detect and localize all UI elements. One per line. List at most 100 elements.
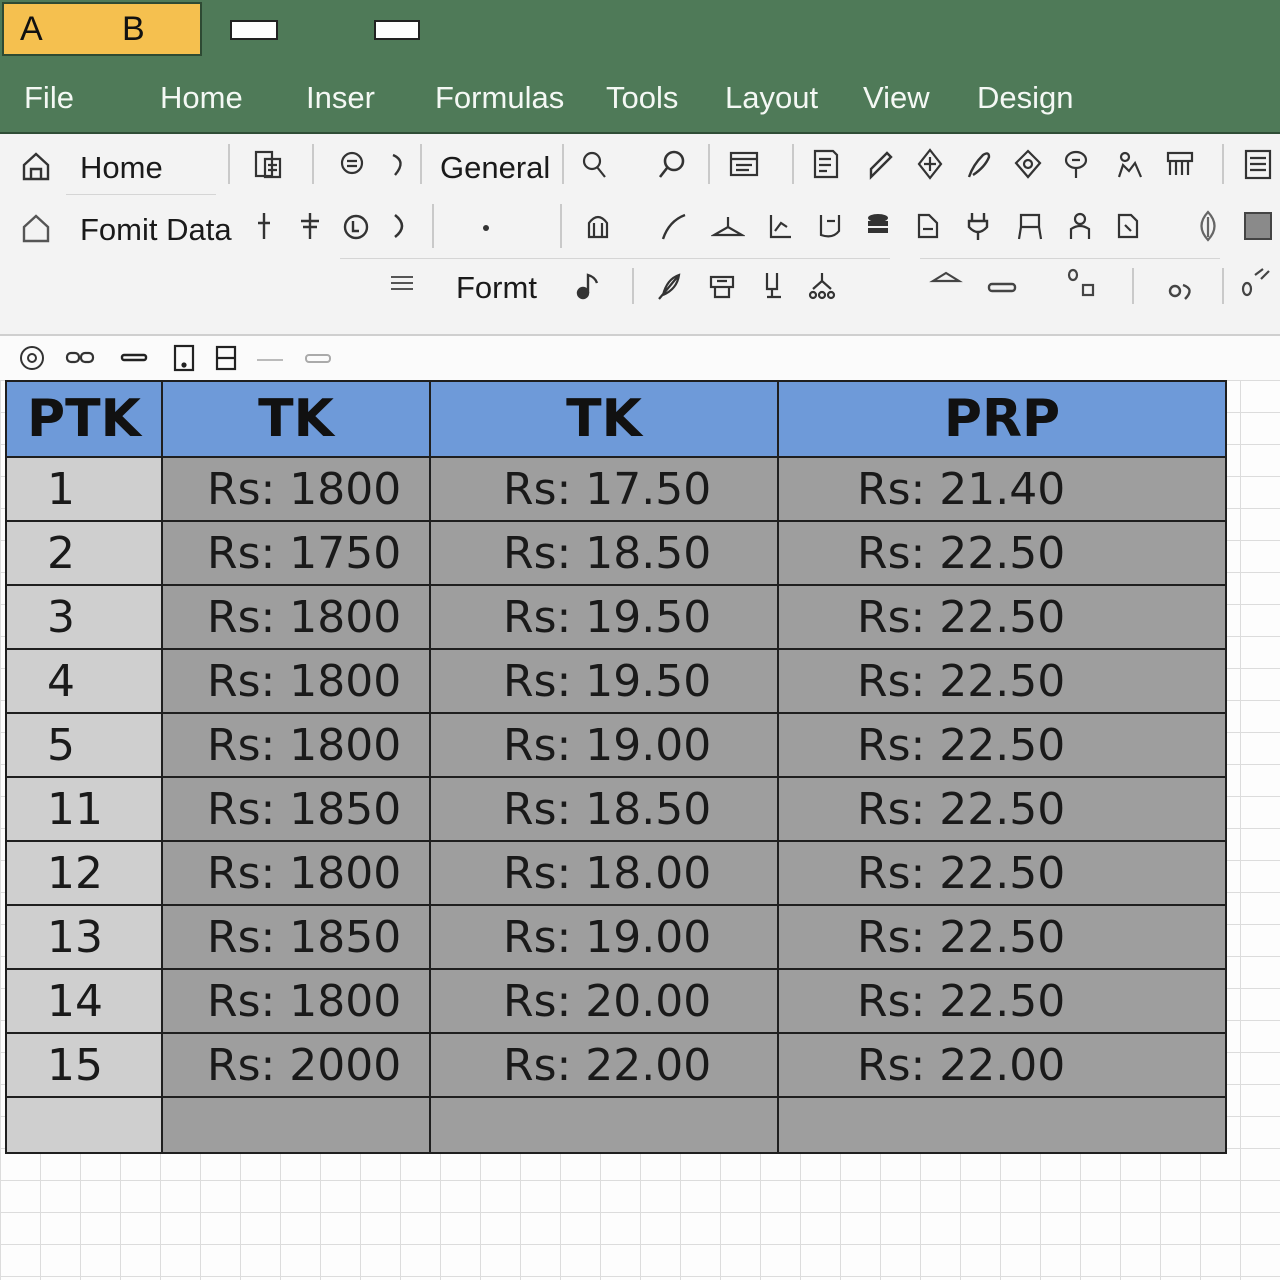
table-cell[interactable]: Rs: 1800	[161, 648, 431, 714]
table-cell[interactable]: 5	[5, 712, 163, 778]
table-cell[interactable]: Rs: 19.50	[429, 584, 779, 650]
pill-icon[interactable]	[302, 342, 334, 374]
menu-tools[interactable]: Tools	[606, 80, 678, 116]
table-cell[interactable]: Rs: 1800	[161, 968, 431, 1034]
table-cell[interactable]: Rs: 17.50	[429, 456, 779, 522]
menu-formulas[interactable]: Formulas	[435, 80, 564, 116]
menu-file[interactable]: File	[24, 80, 74, 116]
table-cell[interactable]: Rs: 18.50	[429, 776, 779, 842]
list-icon[interactable]	[1240, 146, 1276, 182]
dot-icon[interactable]	[468, 208, 504, 244]
table-cell[interactable]: Rs: 19.50	[429, 648, 779, 714]
header-tk-2[interactable]: TK	[429, 380, 779, 458]
print-icon[interactable]	[704, 268, 740, 304]
table-cell[interactable]: 3	[5, 584, 163, 650]
home-outline-icon[interactable]	[18, 210, 54, 246]
table-icon[interactable]	[726, 146, 762, 182]
table-cell[interactable]: Rs: 22.50	[777, 840, 1227, 906]
table-cell[interactable]: 1	[5, 456, 163, 522]
table-cell[interactable]: Rs: 1800	[161, 456, 431, 522]
quote-icon[interactable]	[1238, 264, 1274, 300]
table-cell[interactable]: Rs: 22.50	[777, 520, 1227, 586]
table-cell[interactable]: Rs: 20.00	[429, 968, 779, 1034]
table-cell[interactable]: Rs: 18.00	[429, 840, 779, 906]
settings-icon[interactable]	[16, 342, 48, 374]
grid-icon[interactable]	[1162, 146, 1198, 182]
triangle-icon[interactable]	[928, 260, 964, 296]
search-icon[interactable]	[654, 146, 690, 182]
format-painter-icon[interactable]	[576, 146, 612, 182]
macro-icon[interactable]	[910, 208, 946, 244]
people-icon[interactable]	[1112, 146, 1148, 182]
menu-layout[interactable]: Layout	[725, 80, 818, 116]
link-icon[interactable]	[960, 146, 996, 182]
table-cell[interactable]: Rs: 18.50	[429, 520, 779, 586]
table-cell[interactable]: 2	[5, 520, 163, 586]
table-cell[interactable]: Rs: 21.40	[777, 456, 1227, 522]
circle-small-icon[interactable]	[1062, 264, 1098, 300]
shape-icon[interactable]	[1010, 146, 1046, 182]
table-cell[interactable]: Rs: 22.00	[429, 1032, 779, 1098]
loop-icon[interactable]	[1164, 272, 1200, 308]
table-cell[interactable]: Rs: 22.50	[777, 648, 1227, 714]
header-prp[interactable]: PRP	[777, 380, 1227, 458]
table-cell[interactable]: 14	[5, 968, 163, 1034]
database-icon[interactable]	[860, 208, 896, 244]
note-icon[interactable]	[570, 268, 606, 304]
table-cell[interactable]: Rs: 1750	[161, 520, 431, 586]
hierarchy-icon[interactable]	[804, 268, 840, 304]
table-cell[interactable]: Rs: 1800	[161, 712, 431, 778]
bell-icon[interactable]	[580, 208, 616, 244]
menu-lines-icon[interactable]	[384, 266, 420, 302]
table-cell[interactable]: 4	[5, 648, 163, 714]
link-chain-icon[interactable]	[64, 342, 96, 374]
pivot-icon[interactable]	[812, 208, 848, 244]
undo-icon[interactable]	[380, 146, 416, 182]
table-cell[interactable]: Rs: 22.50	[777, 904, 1227, 970]
table-cell[interactable]: 15	[5, 1032, 163, 1098]
table-cell[interactable]: Rs: 1850	[161, 776, 431, 842]
table-cell[interactable]: 11	[5, 776, 163, 842]
home-icon[interactable]	[18, 148, 54, 184]
table-cell[interactable]: 13	[5, 904, 163, 970]
chart-icon[interactable]	[762, 208, 798, 244]
header-ptk[interactable]: PTK	[5, 380, 163, 458]
menu-view[interactable]: View	[863, 80, 930, 116]
tablet-icon[interactable]	[168, 342, 200, 374]
menu-design[interactable]: Design	[977, 80, 1074, 116]
tag-icon[interactable]	[756, 268, 792, 304]
sort-icon[interactable]	[246, 208, 282, 244]
dash-icon[interactable]	[984, 270, 1020, 306]
bracket-icon[interactable]	[382, 208, 418, 244]
document-icon[interactable]	[808, 146, 844, 182]
feather-icon[interactable]	[652, 268, 688, 304]
name-box[interactable]: A B	[2, 2, 202, 56]
empty-cell[interactable]	[161, 1096, 431, 1154]
hanger-icon[interactable]	[710, 208, 746, 244]
sheet-icon[interactable]	[1110, 208, 1146, 244]
line-icon[interactable]	[254, 342, 286, 374]
align-icon[interactable]	[912, 146, 948, 182]
refresh-icon[interactable]	[338, 208, 374, 244]
pen-icon[interactable]	[862, 146, 898, 182]
brush-icon[interactable]	[334, 146, 370, 182]
table-cell[interactable]: Rs: 22.00	[777, 1032, 1227, 1098]
table-cell[interactable]: Rs: 22.50	[777, 968, 1227, 1034]
window-button-1[interactable]	[230, 20, 278, 40]
table-cell[interactable]: Rs: 1800	[161, 584, 431, 650]
empty-cell[interactable]	[5, 1096, 163, 1154]
table-cell[interactable]: 12	[5, 840, 163, 906]
filter-icon[interactable]	[292, 208, 328, 244]
menu-insert[interactable]: Inser	[306, 80, 375, 116]
leaf-icon[interactable]	[1190, 208, 1226, 244]
window-button-2[interactable]	[374, 20, 420, 40]
table-cell[interactable]: Rs: 1800	[161, 840, 431, 906]
table-cell[interactable]: Rs: 22.50	[777, 712, 1227, 778]
user-icon[interactable]	[1062, 208, 1098, 244]
paste-icon[interactable]	[250, 146, 286, 182]
empty-cell[interactable]	[429, 1096, 779, 1154]
table-cell[interactable]: Rs: 22.50	[777, 776, 1227, 842]
menu-home[interactable]: Home	[160, 80, 243, 116]
chair-icon[interactable]	[1012, 208, 1048, 244]
table-cell[interactable]: Rs: 22.50	[777, 584, 1227, 650]
